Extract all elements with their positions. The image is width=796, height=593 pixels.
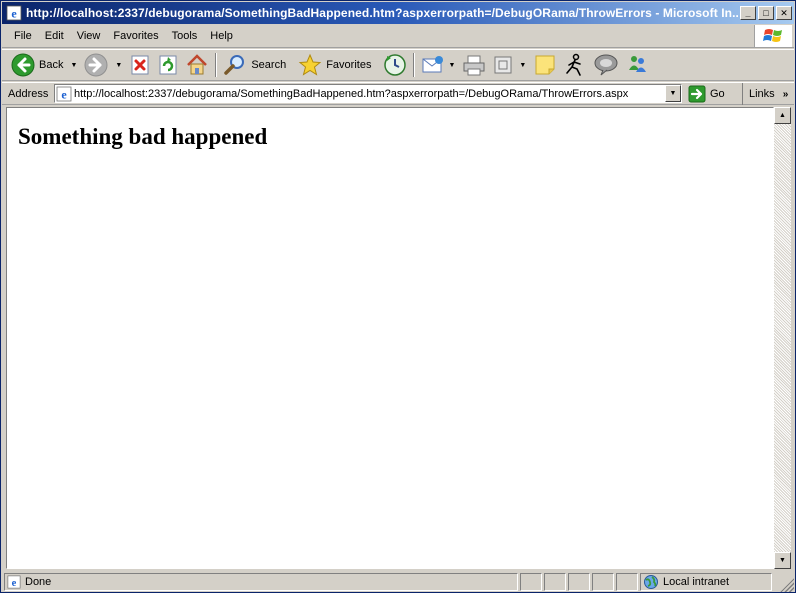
print-button[interactable] <box>459 51 489 79</box>
chevron-up-icon: ▲ <box>779 112 786 119</box>
menu-file[interactable]: File <box>8 30 38 42</box>
title-bar[interactable]: e http://localhost:2337/debugorama/Somet… <box>2 2 794 24</box>
edit-dropdown-icon[interactable]: ▼ <box>519 62 526 69</box>
home-button[interactable] <box>182 51 212 79</box>
status-text-panel: e Done <box>4 572 518 591</box>
messenger-icon <box>629 56 647 72</box>
address-input[interactable] <box>74 87 664 100</box>
minimize-icon: _ <box>745 8 751 18</box>
security-zone-panel[interactable]: Local intranet <box>640 572 772 591</box>
menu-bar: File Edit View Favorites Tools Help <box>2 25 794 48</box>
page-ie-icon: e <box>56 86 72 101</box>
security-zone-label: Local intranet <box>663 575 730 588</box>
address-bar: Address e ▼ Go Links » <box>2 82 794 105</box>
status-cell <box>568 572 590 591</box>
messenger-runner-button[interactable] <box>560 51 590 79</box>
go-button[interactable]: Go <box>688 85 725 103</box>
ie-icon: e <box>6 5 22 21</box>
back-label: Back <box>39 59 64 71</box>
svg-text:e: e <box>12 577 17 588</box>
edit-page-icon <box>494 56 512 74</box>
back-dropdown-icon[interactable]: ▼ <box>70 62 77 69</box>
vertical-scrollbar[interactable]: ▲ ▼ <box>774 107 791 569</box>
toolbar-separator <box>215 53 218 77</box>
edit-button[interactable] <box>489 51 517 79</box>
refresh-icon <box>159 55 177 75</box>
links-label: Links <box>749 88 775 100</box>
maximize-button[interactable]: □ <box>758 6 774 20</box>
stop-icon <box>131 55 149 75</box>
menu-tools[interactable]: Tools <box>166 30 204 42</box>
forward-button[interactable] <box>81 51 111 79</box>
status-bar: e Done Local intranet <box>2 571 794 592</box>
discuss-button[interactable] <box>530 51 560 79</box>
menu-view[interactable]: View <box>71 30 107 42</box>
svg-text:e: e <box>11 7 17 21</box>
links-toolbar[interactable]: Links » <box>742 83 794 105</box>
resize-grip-icon[interactable] <box>780 578 794 592</box>
chevron-down-icon: ▼ <box>779 557 786 564</box>
status-cell <box>616 572 638 591</box>
search-button[interactable]: Search <box>220 51 289 79</box>
minimize-button[interactable]: _ <box>740 6 756 20</box>
svg-text:e: e <box>61 87 67 101</box>
status-cell <box>544 572 566 591</box>
menu-help[interactable]: Help <box>204 30 239 42</box>
menu-edit[interactable]: Edit <box>39 30 70 42</box>
history-icon <box>384 54 407 76</box>
maximize-icon: □ <box>763 8 769 18</box>
speech-bubble-icon <box>594 54 618 76</box>
status-text: Done <box>25 575 52 588</box>
status-cell <box>520 572 542 591</box>
page-done-icon: e <box>7 575 21 588</box>
sticky-note-icon <box>535 55 555 75</box>
windows-logo-icon <box>754 25 792 47</box>
address-dropdown-button[interactable]: ▼ <box>665 85 681 102</box>
chevron-down-icon: ▼ <box>669 90 677 97</box>
search-icon <box>224 55 245 75</box>
mail-button[interactable] <box>418 51 448 79</box>
refresh-button[interactable] <box>154 51 182 79</box>
go-label: Go <box>710 87 725 100</box>
mail-icon <box>422 56 444 73</box>
page-heading: Something bad happened <box>18 124 268 149</box>
page-content: Something bad happened <box>6 107 774 569</box>
close-icon: ✕ <box>780 7 788 18</box>
go-arrow-icon <box>688 85 706 102</box>
status-cell <box>592 572 614 591</box>
history-button[interactable] <box>380 51 410 79</box>
back-arrow-icon <box>11 53 35 77</box>
browser-window: e http://localhost:2337/debugorama/Somet… <box>0 0 796 593</box>
runner-icon <box>566 53 582 76</box>
intranet-globe-icon <box>644 574 658 589</box>
favorites-star-icon <box>298 53 322 76</box>
home-icon <box>187 54 208 75</box>
chevron-right-icon[interactable]: » <box>783 89 789 100</box>
menu-favorites[interactable]: Favorites <box>107 30 164 42</box>
search-label: Search <box>251 59 287 71</box>
scroll-up-button[interactable]: ▲ <box>774 107 791 124</box>
favorites-label: Favorites <box>326 59 372 71</box>
forward-arrow-icon <box>84 53 108 77</box>
mail-dropdown-icon[interactable]: ▼ <box>448 62 455 69</box>
address-field[interactable]: e ▼ <box>54 84 682 103</box>
favorites-button[interactable]: Favorites <box>295 51 374 79</box>
print-icon <box>463 55 485 76</box>
toolbar-separator <box>413 53 416 77</box>
scroll-down-button[interactable]: ▼ <box>774 552 791 569</box>
window-title: http://localhost:2337/debugorama/Somethi… <box>26 6 738 20</box>
close-button[interactable]: ✕ <box>776 6 792 20</box>
standard-toolbar: Back ▼ ▼ Search Favorites ▼ ▼ <box>2 49 794 81</box>
messenger-button[interactable] <box>622 51 652 79</box>
stop-button[interactable] <box>126 51 154 79</box>
address-label: Address <box>8 87 49 100</box>
back-button[interactable]: Back <box>8 51 66 79</box>
forward-dropdown-icon[interactable]: ▼ <box>115 62 122 69</box>
research-button[interactable] <box>590 51 622 79</box>
